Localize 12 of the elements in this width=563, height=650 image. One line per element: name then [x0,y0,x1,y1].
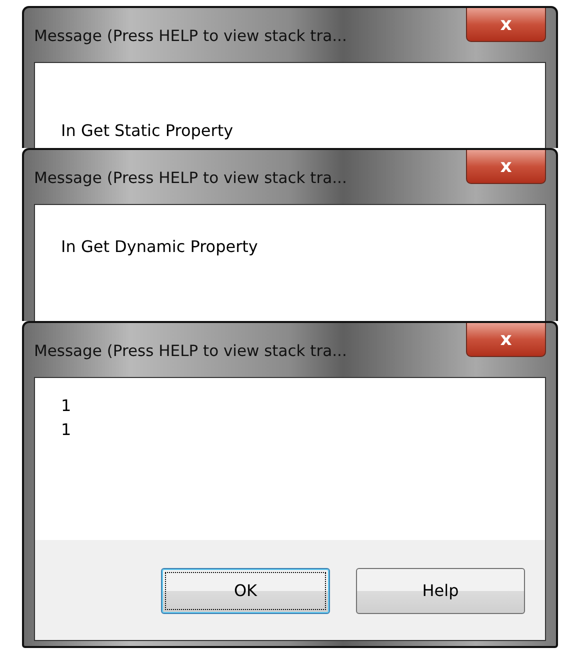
window-title: Message (Press HELP to view stack tra... [34,341,347,362]
window-title: Message (Press HELP to view stack tra... [34,168,347,189]
ok-button[interactable]: OK [161,568,330,614]
close-button[interactable]: x [466,150,546,184]
message-text: In Get Dynamic Property [61,236,259,258]
close-button[interactable]: x [466,323,546,357]
message-text: In Get Static Property [61,120,234,142]
message-text: 1 [61,395,72,417]
close-button[interactable]: x [466,8,546,42]
window-title: Message (Press HELP to view stack tra... [34,26,347,47]
help-button[interactable]: Help [356,568,525,614]
message-text: 1 [61,419,72,441]
